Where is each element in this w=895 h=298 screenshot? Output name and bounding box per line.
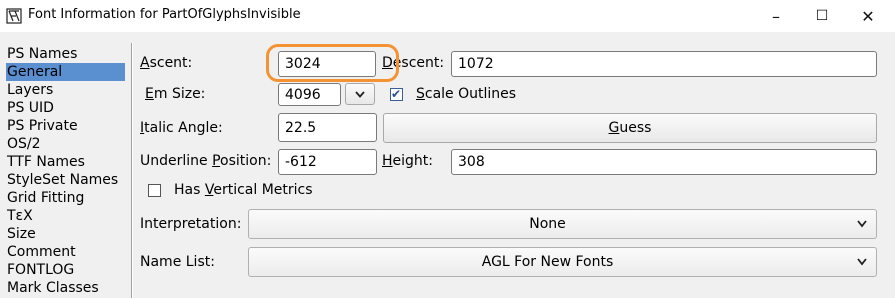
sidebar-item-ps-uid[interactable]: PS UID bbox=[7, 99, 123, 117]
chevron-down-icon bbox=[857, 220, 867, 228]
window-title: Font Information for PartOfGlyphsInvisib… bbox=[28, 7, 301, 22]
sidebar-item-mark-classes[interactable]: Mark Classes bbox=[7, 279, 123, 297]
sidebar-item-layers[interactable]: Layers bbox=[7, 81, 123, 99]
name-list-value: AGL For New Fonts bbox=[481, 254, 614, 270]
italic-angle-field[interactable] bbox=[278, 113, 377, 142]
category-list: PS Names General Layers PS UID PS Privat… bbox=[0, 43, 130, 298]
descent-field[interactable] bbox=[451, 51, 877, 77]
em-size-label: Em Size: bbox=[145, 86, 206, 102]
minimize-button[interactable]: – bbox=[753, 0, 799, 32]
fontforge-app-icon bbox=[6, 8, 22, 24]
height-label: Height: bbox=[382, 153, 433, 169]
guess-button[interactable]: Guess bbox=[383, 113, 877, 143]
interpretation-label: Interpretation: bbox=[140, 216, 242, 232]
sidebar-item-ps-names[interactable]: PS Names bbox=[7, 45, 123, 63]
sidebar-item-size[interactable]: Size bbox=[7, 225, 123, 243]
descent-label: Descent: bbox=[382, 55, 445, 71]
ascent-field[interactable] bbox=[278, 51, 376, 77]
sidebar-item-fontlog[interactable]: FONTLOG bbox=[7, 261, 123, 279]
title-bar: Font Information for PartOfGlyphsInvisib… bbox=[0, 0, 895, 32]
interpretation-value: None bbox=[529, 216, 566, 232]
sidebar-item-grid-fitting[interactable]: Grid Fitting bbox=[7, 189, 123, 207]
minimize-icon: – bbox=[772, 6, 780, 26]
maximize-icon: ☐ bbox=[815, 8, 829, 24]
name-list-label: Name List: bbox=[140, 254, 215, 270]
close-button[interactable]: ✕ bbox=[845, 0, 891, 32]
underline-position-field[interactable] bbox=[278, 149, 377, 175]
sidebar-item-tex[interactable]: TεX bbox=[7, 207, 123, 225]
sidebar-item-general[interactable]: General bbox=[6, 63, 125, 81]
sidebar-item-ttf-names[interactable]: TTF Names bbox=[7, 153, 123, 171]
em-size-field[interactable] bbox=[278, 83, 341, 106]
em-size-dropdown-button[interactable] bbox=[345, 83, 375, 105]
chevron-down-icon bbox=[857, 258, 867, 266]
sidebar-item-os2[interactable]: OS/2 bbox=[7, 135, 123, 153]
sidebar-divider-highlight bbox=[132, 43, 133, 298]
sidebar-item-comment[interactable]: Comment bbox=[7, 243, 123, 261]
checkmark-icon: ✔ bbox=[391, 87, 402, 101]
scale-outlines-label: Scale Outlines bbox=[416, 86, 517, 102]
ascent-label: Ascent: bbox=[140, 55, 193, 71]
vertical-metrics-label: Has Vertical Metrics bbox=[174, 182, 313, 198]
chevron-down-icon bbox=[355, 90, 365, 98]
close-icon: ✕ bbox=[861, 6, 875, 26]
height-field[interactable] bbox=[451, 149, 877, 175]
sidebar-item-styleset-names[interactable]: StyleSet Names bbox=[7, 171, 123, 189]
name-list-select[interactable]: AGL For New Fonts bbox=[248, 247, 877, 277]
sidebar-item-ps-private[interactable]: PS Private bbox=[7, 117, 123, 135]
interpretation-select[interactable]: None bbox=[248, 209, 877, 239]
scale-outlines-checkbox[interactable]: ✔ bbox=[390, 87, 403, 101]
maximize-button[interactable]: ☐ bbox=[799, 0, 845, 32]
italic-angle-label: Italic Angle: bbox=[140, 120, 223, 136]
vertical-metrics-checkbox[interactable] bbox=[148, 184, 161, 197]
underline-position-label: Underline Position: bbox=[140, 153, 272, 169]
